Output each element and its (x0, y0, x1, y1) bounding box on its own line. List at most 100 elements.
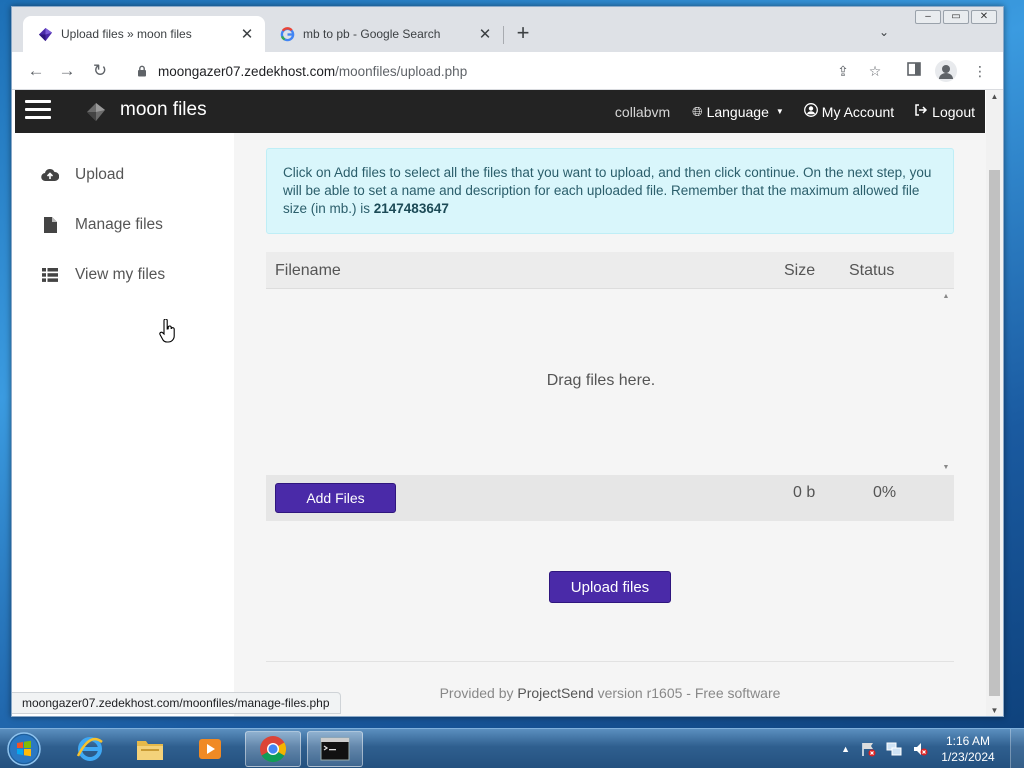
projectsend-favicon-icon (37, 26, 53, 42)
logout-label: Logout (932, 103, 975, 120)
total-size: 0 b (793, 484, 816, 501)
page-footer: Provided by ProjectSend version r1605 - … (266, 685, 954, 701)
column-filename: Filename (275, 262, 341, 279)
sidebar-item-label: View my files (75, 266, 166, 283)
scroll-down-arrow-icon[interactable]: ▼ (986, 704, 1003, 716)
globe-icon: 🌐︎ (692, 103, 703, 119)
tab-search-chevron-icon[interactable]: ⌄ (874, 25, 894, 45)
url-text: moongazer07.zedekhost.com/moonfiles/uplo… (158, 64, 467, 79)
my-account-label: My Account (821, 103, 895, 120)
user-circle-icon (803, 103, 818, 120)
new-tab-button[interactable]: + (512, 22, 534, 45)
close-window-button[interactable]: ✕ (971, 10, 997, 24)
projectsend-link[interactable]: ProjectSend (517, 685, 593, 701)
taskbar-internet-explorer-icon[interactable] (62, 731, 118, 767)
list-icon (40, 268, 60, 282)
add-files-button[interactable]: Add Files (275, 483, 396, 513)
network-icon[interactable] (886, 741, 902, 757)
hand-cursor-icon (159, 319, 175, 343)
reload-icon[interactable]: ↻ (89, 60, 111, 82)
upload-files-button[interactable]: Upload files (549, 571, 671, 603)
maximize-button[interactable]: ▭ (943, 10, 969, 24)
file-icon (40, 217, 60, 233)
hamburger-menu-icon[interactable] (25, 100, 51, 122)
taskbar-media-player-icon[interactable] (182, 731, 238, 767)
caret-down-icon: ▼ (775, 107, 784, 116)
url-host: moongazer07.zedekhost.com (158, 63, 336, 79)
tab-google-search[interactable]: mb to pb - Google Search ✕ (265, 16, 503, 52)
start-button-icon[interactable] (4, 730, 44, 768)
upload-info-alert: Click on Add files to select all the fil… (266, 148, 954, 234)
username-label: collabvm (614, 103, 671, 120)
sidebar-item-view-my-files[interactable]: View my files (40, 266, 165, 284)
taskbar-chrome-icon[interactable] (245, 731, 301, 767)
back-arrow-icon[interactable]: ← (25, 60, 47, 82)
taskbar-command-prompt-icon[interactable] (307, 731, 363, 767)
scroll-down-arrow-icon[interactable]: ▼ (938, 464, 954, 471)
uploader-header: Filename Size Status (266, 252, 954, 289)
show-desktop-button[interactable] (1010, 729, 1024, 768)
tab-title: Upload files » moon files (61, 27, 192, 41)
language-label: Language (706, 103, 769, 120)
page-viewport: moon files collabvm 🌐︎ Language ▼ My Acc… (12, 90, 986, 716)
cloud-upload-icon (40, 168, 60, 182)
sidebar-item-label: Upload (75, 166, 125, 183)
column-size: Size (784, 262, 816, 279)
url-path: /moonfiles/upload.php (335, 63, 468, 79)
footer-suffix: version r1605 - Free software (597, 685, 781, 701)
file-drop-zone[interactable]: Drag files here. ▲ ▼ (266, 289, 954, 475)
bookmark-star-icon[interactable]: ☆ (865, 61, 885, 81)
tab-separator (503, 26, 504, 44)
lock-icon (138, 65, 146, 77)
status-url-bubble: moongazer07.zedekhost.com/moonfiles/mana… (12, 692, 341, 714)
tab-upload-files[interactable]: Upload files » moon files ✕ (23, 16, 265, 52)
menu-dots-icon[interactable]: ⋮ (970, 61, 990, 81)
brand-logo-icon (87, 103, 105, 121)
footer-divider (266, 661, 954, 662)
logout-icon (914, 103, 928, 120)
clock-time: 1:16 AM (945, 734, 991, 748)
action-center-flag-icon[interactable] (860, 741, 876, 757)
uploader-footer: Add Files 0 b 0% (266, 475, 954, 521)
my-account-link[interactable]: My Account (794, 90, 904, 133)
window-controls: – ▭ ✕ (915, 10, 997, 24)
scroll-up-arrow-icon[interactable]: ▲ (986, 90, 1003, 104)
system-tray: ▲ 1:16 AM 1/23/2024 (841, 729, 1024, 768)
browser-toolbar: ← → ↻ moongazer07.zedekhost.com/moonfile… (12, 52, 1003, 90)
tab-title: mb to pb - Google Search (303, 27, 441, 41)
language-dropdown[interactable]: 🌐︎ Language ▼ (682, 90, 794, 133)
clock-date: 1/23/2024 (941, 750, 995, 764)
top-navbar: moon files collabvm 🌐︎ Language ▼ My Acc… (15, 90, 985, 133)
scroll-up-arrow-icon[interactable]: ▲ (938, 293, 954, 300)
sidebar-item-manage-files[interactable]: Manage files (40, 216, 163, 234)
forward-arrow-icon[interactable]: → (56, 60, 78, 82)
browser-window: Upload files » moon files ✕ mb to pb - G… (11, 6, 1004, 717)
sidebar-item-upload[interactable]: Upload (40, 166, 124, 184)
footer-prefix: Provided by (439, 685, 514, 701)
navbar-right: collabvm 🌐︎ Language ▼ My Account Logout (605, 90, 985, 133)
drop-zone-text: Drag files here. (546, 372, 656, 389)
show-hidden-icons-icon[interactable]: ▲ (841, 744, 850, 754)
taskbar-clock[interactable]: 1:16 AM 1/23/2024 (938, 733, 998, 765)
sidebar-item-label: Manage files (75, 216, 163, 233)
tab-close-icon[interactable]: ✕ (239, 25, 255, 43)
total-percent: 0% (873, 484, 897, 501)
minimize-button[interactable]: – (915, 10, 941, 24)
share-icon[interactable]: ⇪ (833, 61, 853, 81)
sidebar: Upload Manage files View my files (15, 133, 234, 716)
side-panel-icon[interactable] (904, 61, 924, 81)
page-scrollbar[interactable]: ▲ ▼ (986, 90, 1003, 716)
tab-strip: Upload files » moon files ✕ mb to pb - G… (12, 7, 1003, 52)
scrollbar-thumb[interactable] (989, 170, 1000, 696)
taskbar-file-explorer-icon[interactable] (122, 731, 178, 767)
file-list-scrollbar[interactable]: ▲ ▼ (938, 289, 954, 475)
address-bar[interactable]: moongazer07.zedekhost.com/moonfiles/uplo… (124, 57, 876, 85)
brand-name[interactable]: moon files (120, 99, 207, 121)
max-file-size: 2147483647 (373, 201, 449, 216)
google-favicon-icon (279, 26, 295, 42)
logout-link[interactable]: Logout (904, 90, 985, 133)
file-uploader: Filename Size Status Drag files here. ▲ … (266, 252, 954, 521)
profile-avatar-icon[interactable] (935, 60, 957, 82)
tab-close-icon[interactable]: ✕ (477, 25, 493, 43)
volume-muted-icon[interactable] (912, 741, 928, 757)
